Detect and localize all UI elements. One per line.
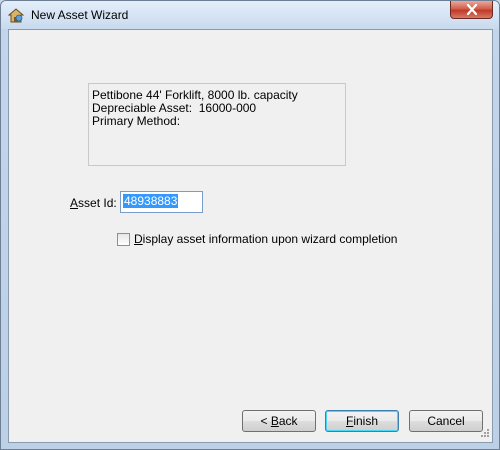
close-button[interactable]	[450, 1, 493, 19]
title-bar[interactable]: New Asset Wizard	[1, 1, 499, 29]
display-info-option[interactable]: Display asset information upon wizard co…	[117, 232, 397, 246]
asset-id-input[interactable]: 48938883	[120, 191, 203, 213]
resize-grip-icon[interactable]	[478, 428, 490, 440]
back-button[interactable]: < Back	[242, 410, 316, 432]
close-icon	[466, 4, 478, 15]
asset-info-box: Pettibone 44' Forklift, 8000 lb. capacit…	[88, 83, 346, 166]
finish-button[interactable]: Finish	[325, 410, 399, 432]
wizard-window: New Asset Wizard Pettibone 44' Forklift,…	[0, 0, 500, 450]
asset-id-label: Asset Id:	[70, 196, 117, 210]
display-info-label[interactable]: Display asset information upon wizard co…	[134, 232, 397, 246]
window-title: New Asset Wizard	[31, 8, 129, 22]
asset-id-value: 48938883	[123, 194, 179, 208]
dialog-client-area: Pettibone 44' Forklift, 8000 lb. capacit…	[8, 29, 493, 443]
display-info-checkbox[interactable]	[117, 232, 130, 246]
app-icon	[7, 7, 25, 23]
cancel-button[interactable]: Cancel	[409, 410, 483, 432]
primary-method-line: Primary Method:	[92, 114, 181, 128]
